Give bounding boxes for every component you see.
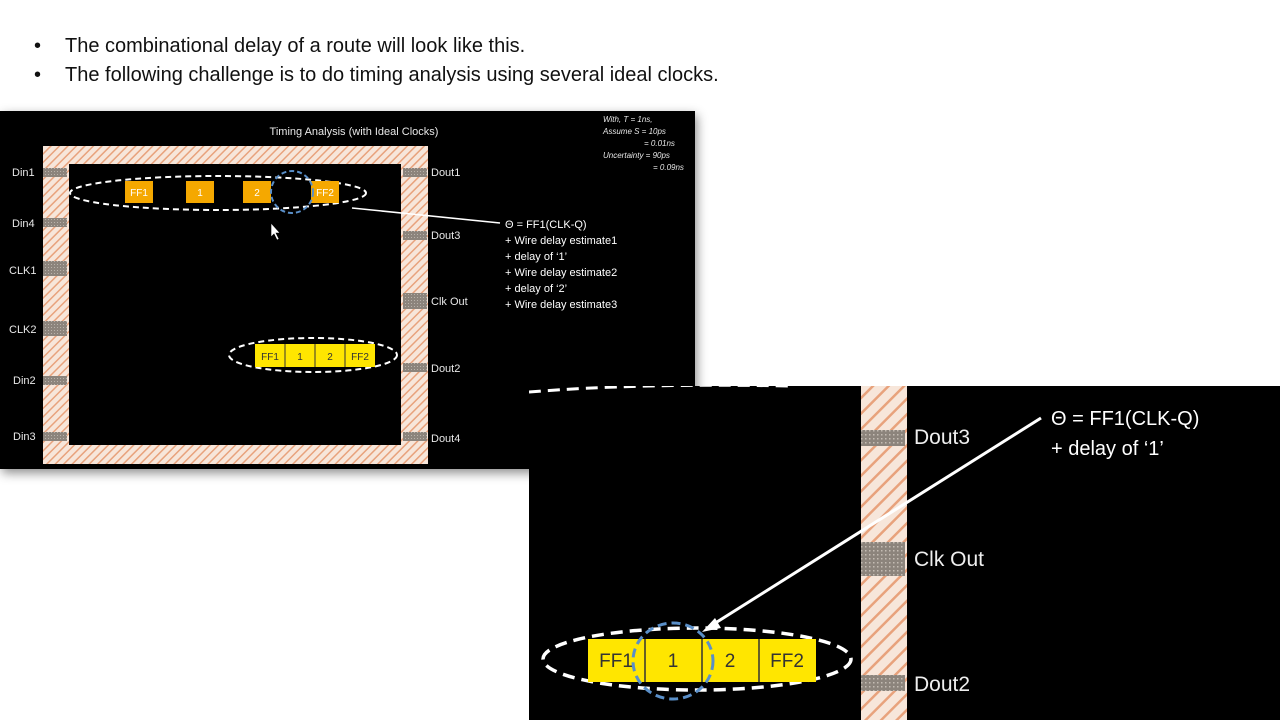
- formula-line: + Wire delay estimate2: [505, 267, 617, 279]
- bullet-dot: •: [34, 64, 42, 86]
- param-line: Uncertainty = 90ps: [603, 151, 670, 160]
- block-label: FF2: [770, 651, 804, 672]
- pin-label-dout4: Dout4: [431, 433, 460, 445]
- bullet-text: The following challenge is to do timing …: [65, 64, 719, 86]
- block-label: FF1: [599, 651, 633, 672]
- pin-label-dout2: Dout2: [431, 363, 460, 375]
- pin-label-clk1: CLK1: [9, 265, 37, 277]
- bullet-text: The combinational delay of a route will …: [65, 35, 526, 57]
- formula-line: + delay of ‘1’: [505, 251, 567, 263]
- param-line: Assume S = 10ps: [602, 127, 666, 136]
- pin-pad: [43, 218, 67, 227]
- formula-line: + delay of ‘2’: [505, 283, 567, 295]
- block-label: 1: [668, 651, 679, 672]
- pin-pad: [403, 363, 427, 372]
- pin-pad: [43, 261, 67, 276]
- pin-pad: [403, 168, 427, 177]
- pin-pad: [861, 675, 905, 691]
- bullet-item: • The combinational delay of a route will…: [34, 32, 719, 61]
- zoomed-diagram-screenshot: Dout3 Clk Out Dout2 Θ = FF1(CLK-Q) + del…: [529, 386, 1280, 720]
- bullet-dot: •: [34, 35, 42, 57]
- pin-pad: [861, 430, 905, 446]
- pin-label-dout3: Dout3: [431, 230, 460, 242]
- top-path-ellipse-partial: [529, 386, 789, 394]
- param-line: = 0.01ns: [644, 139, 675, 148]
- param-line: With, T = 1ns,: [603, 115, 653, 124]
- block-label: 2: [725, 651, 736, 672]
- diagram-title: Timing Analysis (with Ideal Clocks): [270, 126, 439, 138]
- pin-label-dout2: Dout2: [914, 673, 970, 696]
- block-label: 2: [254, 188, 260, 199]
- pin-pad: [403, 293, 427, 309]
- formula-line: + Wire delay estimate1: [505, 235, 617, 247]
- block-label: FF2: [351, 352, 369, 363]
- pin-label-clk-out: Clk Out: [914, 548, 984, 571]
- formula-line: + Wire delay estimate3: [505, 299, 617, 311]
- block-label: 2: [327, 352, 333, 363]
- block-label: 1: [297, 352, 303, 363]
- pin-label-clk2: CLK2: [9, 324, 37, 336]
- block-label: FF1: [261, 352, 279, 363]
- pin-label-din4: Din4: [12, 218, 35, 230]
- pin-pad: [43, 376, 67, 385]
- block-label: FF1: [130, 188, 148, 199]
- formula-line: Θ = FF1(CLK-Q): [505, 219, 587, 231]
- pin-pad: [861, 542, 905, 576]
- bullet-item: • The following challenge is to do timing…: [34, 61, 719, 90]
- pin-pad: [43, 432, 67, 441]
- param-line: = 0.09ns: [653, 163, 684, 172]
- pin-pad: [403, 432, 427, 441]
- formula-line: + delay of ‘1’: [1051, 438, 1164, 460]
- pin-label-dout3: Dout3: [914, 426, 970, 449]
- zoomed-diagram: Dout3 Clk Out Dout2 Θ = FF1(CLK-Q) + del…: [529, 386, 1199, 720]
- pin-pad: [43, 168, 67, 177]
- pin-label-din2: Din2: [13, 375, 36, 387]
- pin-label-clk-out: Clk Out: [431, 296, 468, 308]
- formula-line: Θ = FF1(CLK-Q): [1051, 408, 1199, 430]
- block-label: FF2: [316, 188, 334, 199]
- pin-pad: [43, 321, 67, 336]
- pin-pad: [403, 231, 427, 240]
- pin-label-din3: Din3: [13, 431, 36, 443]
- chip-core: [69, 164, 401, 445]
- block-label: 1: [197, 188, 203, 199]
- pin-label-din1: Din1: [12, 167, 35, 179]
- slide-bullets: • The combinational delay of a route will…: [34, 32, 719, 90]
- pin-label-dout1: Dout1: [431, 167, 460, 179]
